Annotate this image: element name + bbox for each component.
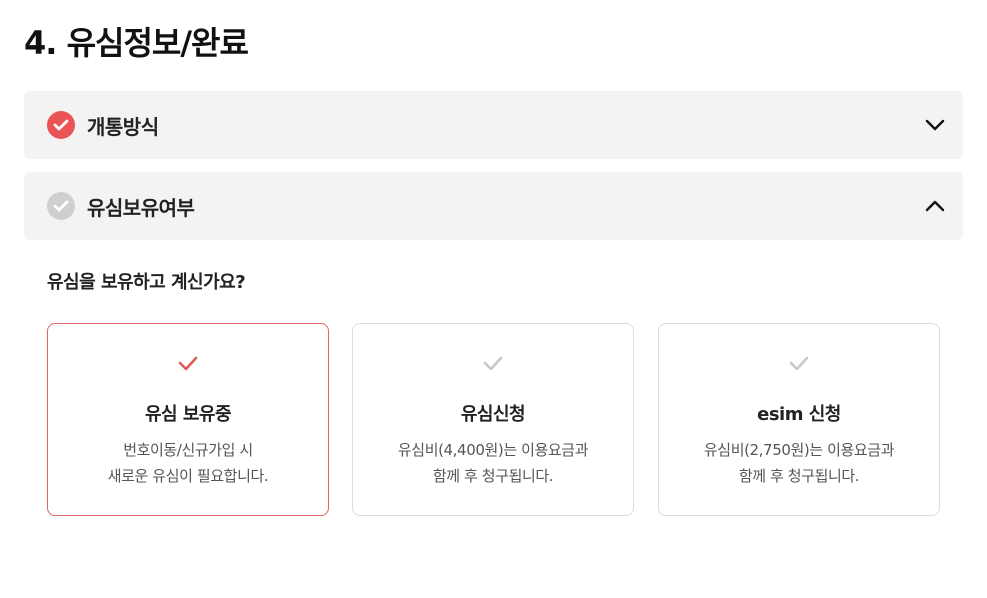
- accordion-usim-ownership[interactable]: 유심보유여부: [24, 172, 963, 240]
- usim-ownership-question: 유심을 보유하고 계신가요?: [47, 272, 246, 293]
- option-description: 번호이동/신규가입 시 새로운 유심이 필요합니다.: [48, 437, 328, 489]
- option-description: 유심비(4,400원)는 이용요금과 함께 후 청구됩니다.: [353, 437, 633, 489]
- option-card-esim-request[interactable]: esim 신청 유심비(2,750원)는 이용요금과 함께 후 청구됩니다.: [658, 323, 940, 516]
- accordion-label: 개통방식: [87, 114, 159, 139]
- accordion-label: 유심보유여부: [87, 195, 195, 220]
- option-description: 유심비(2,750원)는 이용요금과 함께 후 청구됩니다.: [659, 437, 939, 489]
- check-icon: [789, 356, 809, 371]
- option-card-usim-request[interactable]: 유심신청 유심비(4,400원)는 이용요금과 함께 후 청구됩니다.: [352, 323, 634, 516]
- chevron-up-icon[interactable]: [923, 194, 947, 218]
- check-icon: [483, 356, 503, 371]
- option-desc-line: 유심비(4,400원)는 이용요금과: [397, 441, 589, 459]
- option-desc-line: 번호이동/신규가입 시: [123, 441, 253, 459]
- accordion-activation-method[interactable]: 개통방식: [24, 91, 963, 159]
- check-circle-icon: [47, 192, 75, 220]
- option-desc-line: 새로운 유심이 필요합니다.: [107, 467, 269, 485]
- option-title: esim 신청: [757, 404, 841, 425]
- check-circle-icon: [47, 111, 75, 139]
- option-title: 유심 보유중: [144, 404, 232, 425]
- option-card-usim-owned[interactable]: 유심 보유중 번호이동/신규가입 시 새로운 유심이 필요합니다.: [47, 323, 329, 516]
- option-desc-line: 함께 후 청구됩니다.: [738, 467, 860, 485]
- page-title: 4. 유심정보/완료: [24, 24, 249, 62]
- option-desc-line: 함께 후 청구됩니다.: [432, 467, 554, 485]
- check-icon: [178, 356, 198, 371]
- option-desc-line: 유심비(2,750원)는 이용요금과: [703, 441, 895, 459]
- option-title: 유심신청: [460, 404, 526, 425]
- chevron-down-icon[interactable]: [923, 113, 947, 137]
